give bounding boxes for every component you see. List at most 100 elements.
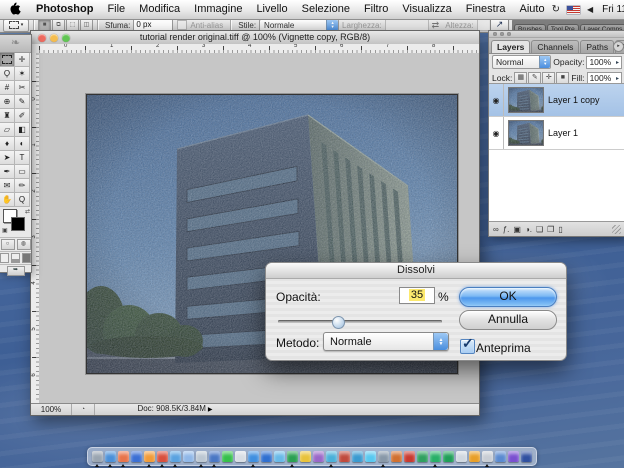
ok-button[interactable]: OK bbox=[459, 287, 557, 307]
dock-app-icon[interactable] bbox=[417, 451, 428, 462]
tool-blur[interactable]: ♦ bbox=[0, 137, 15, 151]
palette-zoom-button[interactable] bbox=[507, 32, 511, 36]
imageready-button[interactable]: ➥ bbox=[7, 266, 25, 276]
dock-app-icon[interactable] bbox=[378, 451, 389, 462]
tool-brush[interactable]: ✎ bbox=[15, 95, 30, 109]
fullscreen-menubar-button[interactable] bbox=[11, 253, 20, 263]
layer-visibility-toggle[interactable]: ◉ bbox=[489, 117, 504, 149]
tool-shape[interactable]: ▭ bbox=[15, 165, 30, 179]
menu-item-livello[interactable]: Livello bbox=[249, 0, 294, 19]
document-titlebar[interactable]: tutorial render original.tiff @ 100% (Vi… bbox=[31, 31, 479, 45]
dock-app-icon[interactable] bbox=[92, 451, 103, 462]
slider-track[interactable] bbox=[278, 320, 442, 323]
dock-app-icon[interactable] bbox=[443, 451, 454, 462]
dock-app-icon[interactable] bbox=[131, 451, 142, 462]
menu-item-modifica[interactable]: Modifica bbox=[132, 0, 187, 19]
layer-mask-icon[interactable]: ▣ bbox=[513, 225, 521, 234]
tool-preset-picker[interactable]: ▾ bbox=[3, 19, 29, 32]
dock-app-icon[interactable] bbox=[404, 451, 415, 462]
tool-history-brush[interactable]: ✐ bbox=[15, 109, 30, 123]
layer-visibility-toggle[interactable]: ◉ bbox=[489, 84, 504, 116]
apple-menu[interactable] bbox=[0, 2, 29, 18]
menu-item-visualizza[interactable]: Visualizza bbox=[395, 0, 458, 19]
tool-dodge[interactable]: ◐ bbox=[15, 137, 30, 151]
tool-magic-wand[interactable]: ✶ bbox=[15, 67, 30, 81]
standard-mode-button[interactable]: ○ bbox=[1, 239, 15, 250]
tool-path-selection[interactable]: ➤ bbox=[0, 151, 15, 165]
dock-app-icon[interactable] bbox=[235, 451, 246, 462]
delete-layer-icon[interactable]: ▯ bbox=[558, 225, 562, 234]
dock-app-icon[interactable] bbox=[365, 451, 376, 462]
close-button[interactable] bbox=[38, 34, 46, 42]
tool-rectangular-marquee[interactable] bbox=[0, 53, 15, 67]
layer-row[interactable]: ◉Layer 1 copy bbox=[489, 84, 624, 117]
dock-app-icon[interactable] bbox=[482, 451, 493, 462]
dock-app-icon[interactable] bbox=[144, 451, 155, 462]
toolbox-titlebar[interactable]: ❧ bbox=[0, 35, 31, 53]
dock-app-icon[interactable] bbox=[521, 451, 532, 462]
dock-app-icon[interactable] bbox=[352, 451, 363, 462]
menu-item-photoshop[interactable]: Photoshop bbox=[29, 0, 100, 19]
tool-type[interactable]: T bbox=[15, 151, 30, 165]
menu-item-filtro[interactable]: Filtro bbox=[357, 0, 395, 19]
minimize-button[interactable] bbox=[50, 34, 58, 42]
cancel-button[interactable]: Annulla bbox=[459, 310, 557, 330]
dock-app-icon[interactable] bbox=[456, 451, 467, 462]
dock-app-icon[interactable] bbox=[391, 451, 402, 462]
dock-app-icon[interactable] bbox=[222, 451, 233, 462]
dock-app-icon[interactable] bbox=[261, 451, 272, 462]
tool-clone-stamp[interactable]: ♜ bbox=[0, 109, 15, 123]
zoom-level-field[interactable]: 100% bbox=[31, 404, 72, 415]
dock-app-icon[interactable] bbox=[209, 451, 220, 462]
menu-item-immagine[interactable]: Immagine bbox=[187, 0, 249, 19]
dock-app-icon[interactable] bbox=[326, 451, 337, 462]
layer-group-icon[interactable]: ❏ bbox=[536, 225, 543, 234]
palette-tab-channels[interactable]: Channels bbox=[531, 40, 579, 53]
menu-item-selezione[interactable]: Selezione bbox=[295, 0, 357, 19]
palette-menu-button[interactable]: ▸ bbox=[613, 41, 624, 52]
tool-gradient[interactable]: ◧ bbox=[15, 123, 30, 137]
dock-app-icon[interactable] bbox=[118, 451, 129, 462]
dock-app-icon[interactable] bbox=[105, 451, 116, 462]
dialog-title[interactable]: Dissolvi bbox=[266, 263, 566, 279]
dock-app-icon[interactable] bbox=[183, 451, 194, 462]
palette-resize-grip[interactable] bbox=[612, 225, 621, 234]
preview-checkbox[interactable]: ✓ bbox=[460, 339, 475, 354]
menu-item-aiuto[interactable]: Aiuto bbox=[512, 0, 551, 19]
tool-zoom[interactable]: Q bbox=[15, 193, 30, 207]
tool-slice[interactable]: ✂ bbox=[15, 81, 30, 95]
dock-app-icon[interactable] bbox=[508, 451, 519, 462]
dock-app-icon[interactable] bbox=[157, 451, 168, 462]
menu-bar-clock[interactable]: Fri 11:42 AM bbox=[600, 4, 624, 15]
menu-item-finestra[interactable]: Finestra bbox=[459, 0, 513, 19]
palette-close-button[interactable] bbox=[493, 32, 497, 36]
fade-opacity-input[interactable]: 35 bbox=[399, 287, 435, 304]
tool-hand[interactable]: ✋ bbox=[0, 193, 15, 207]
tool-crop[interactable]: # bbox=[0, 81, 15, 95]
dock-app-icon[interactable] bbox=[339, 451, 350, 462]
dock-app-icon[interactable] bbox=[313, 451, 324, 462]
dock-app-icon[interactable] bbox=[196, 451, 207, 462]
default-colors-icon[interactable]: ▣ bbox=[2, 227, 8, 234]
layer-style-icon[interactable]: ƒ. bbox=[503, 225, 510, 234]
sync-icon[interactable]: ↻ bbox=[552, 0, 560, 19]
palette-titlebar[interactable] bbox=[489, 31, 624, 38]
zoom-button[interactable] bbox=[62, 34, 70, 42]
layer-row[interactable]: ◉Layer 1 bbox=[489, 117, 624, 150]
background-color-swatch[interactable] bbox=[11, 217, 25, 231]
swap-colors-icon[interactable]: ⇄ bbox=[25, 208, 30, 215]
input-language-flag-icon[interactable] bbox=[567, 6, 580, 14]
standard-screen-button[interactable] bbox=[0, 253, 9, 263]
fade-opacity-slider[interactable] bbox=[278, 315, 442, 327]
dock-app-icon[interactable] bbox=[248, 451, 259, 462]
fullscreen-button[interactable] bbox=[22, 253, 31, 263]
dock-app-icon[interactable] bbox=[274, 451, 285, 462]
tool-eyedropper[interactable]: ✏ bbox=[15, 179, 30, 193]
new-layer-icon[interactable]: ❐ bbox=[547, 225, 554, 234]
blend-mode-popup[interactable]: Normal ▲▼ bbox=[492, 55, 551, 69]
dock-app-icon[interactable] bbox=[170, 451, 181, 462]
swap-dimensions-icon[interactable]: ⇄ bbox=[432, 20, 440, 31]
adjustment-layer-icon[interactable]: ◑. bbox=[525, 225, 532, 234]
volume-icon[interactable]: ◀ bbox=[587, 0, 593, 19]
quick-mask-mode-button[interactable]: ◍ bbox=[17, 239, 31, 250]
